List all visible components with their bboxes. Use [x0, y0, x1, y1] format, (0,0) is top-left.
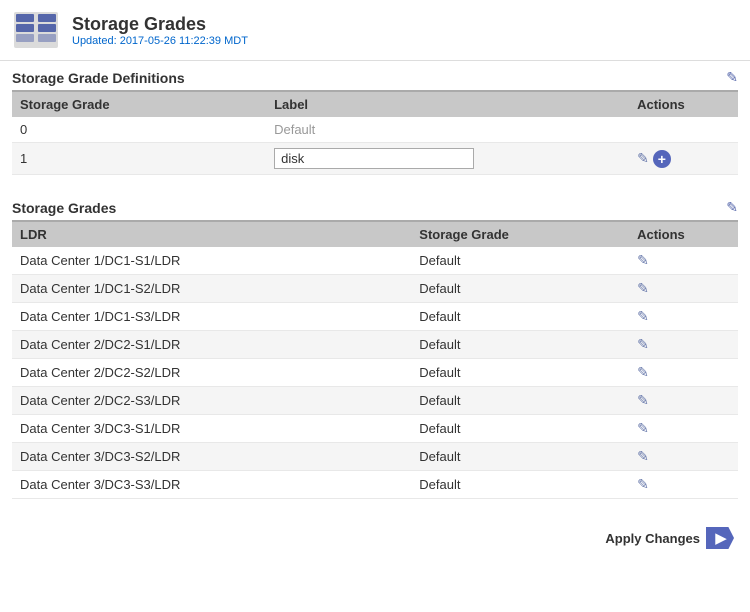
definitions-table: Storage Grade Label Actions 0Default1 ✎+ — [12, 92, 738, 175]
table-row: Data Center 2/DC2-S1/LDRDefault ✎ — [12, 331, 738, 359]
actions-cell: ✎ — [629, 247, 738, 275]
grade-cell: Default — [411, 359, 629, 387]
action-icons-group: ✎+ — [637, 150, 730, 168]
grade-cell: Default — [411, 247, 629, 275]
pencil-icon[interactable]: ✎ — [637, 252, 649, 269]
pencil-icon[interactable]: ✎ — [637, 280, 649, 297]
apply-changes-label[interactable]: Apply Changes — [605, 531, 700, 546]
actions-cell: ✎ — [629, 359, 738, 387]
definitions-table-header-row: Storage Grade Label Actions — [12, 92, 738, 117]
ldr-cell: Data Center 2/DC2-S3/LDR — [12, 387, 411, 415]
col-storage-grade: Storage Grade — [12, 92, 266, 117]
ldr-cell: Data Center 1/DC1-S1/LDR — [12, 247, 411, 275]
table-row: Data Center 1/DC1-S3/LDRDefault ✎ — [12, 303, 738, 331]
ldr-cell: Data Center 1/DC1-S2/LDR — [12, 275, 411, 303]
pencil-icon[interactable]: ✎ — [637, 150, 649, 167]
pencil-icon[interactable]: ✎ — [637, 336, 649, 353]
grades-section-header: Storage Grades ✎ — [12, 191, 738, 222]
pencil-icon[interactable]: ✎ — [637, 476, 649, 493]
col-storage-grade-2: Storage Grade — [411, 222, 629, 247]
col-ldr: LDR — [12, 222, 411, 247]
grades-section: Storage Grades ✎ LDR Storage Grade Actio… — [12, 191, 738, 499]
actions-cell: ✎ — [629, 415, 738, 443]
pencil-icon[interactable]: ✎ — [637, 392, 649, 409]
defs-table-row: 1 ✎+ — [12, 143, 738, 175]
grades-edit-icon[interactable]: ✎ — [726, 199, 738, 216]
ldr-cell: Data Center 2/DC2-S2/LDR — [12, 359, 411, 387]
add-icon[interactable]: + — [653, 150, 671, 168]
col-label: Label — [266, 92, 629, 117]
grade-cell: Default — [411, 275, 629, 303]
footer: Apply Changes ▶ — [0, 515, 750, 561]
apply-changes-button[interactable]: ▶ — [706, 527, 734, 549]
ldr-cell: Data Center 3/DC3-S2/LDR — [12, 443, 411, 471]
table-row: Data Center 2/DC2-S2/LDRDefault ✎ — [12, 359, 738, 387]
table-row: Data Center 1/DC1-S2/LDRDefault ✎ — [12, 275, 738, 303]
def-label-input[interactable] — [274, 148, 474, 169]
table-row: Data Center 1/DC1-S1/LDRDefault ✎ — [12, 247, 738, 275]
header-text-block: Storage Grades Updated: 2017-05-26 11:22… — [72, 14, 248, 47]
definitions-edit-icon[interactable]: ✎ — [726, 69, 738, 86]
table-row: Data Center 2/DC2-S3/LDRDefault ✎ — [12, 387, 738, 415]
defs-table-row: 0Default — [12, 117, 738, 143]
grade-cell: Default — [411, 471, 629, 499]
pencil-icon[interactable]: ✎ — [637, 448, 649, 465]
grade-cell: Default — [411, 303, 629, 331]
table-row: Data Center 3/DC3-S3/LDRDefault ✎ — [12, 471, 738, 499]
pencil-icon[interactable]: ✎ — [637, 308, 649, 325]
page-subtitle: Updated: 2017-05-26 11:22:39 MDT — [72, 35, 248, 47]
actions-cell: ✎ — [629, 471, 738, 499]
grades-table-header-row: LDR Storage Grade Actions — [12, 222, 738, 247]
ldr-cell: Data Center 3/DC3-S1/LDR — [12, 415, 411, 443]
ldr-cell: Data Center 1/DC1-S3/LDR — [12, 303, 411, 331]
actions-cell: ✎ — [629, 303, 738, 331]
ldr-cell: Data Center 3/DC3-S3/LDR — [12, 471, 411, 499]
actions-cell: ✎ — [629, 331, 738, 359]
grades-section-title: Storage Grades — [12, 200, 116, 216]
col-actions-defs: Actions — [629, 92, 738, 117]
def-label-cell — [266, 143, 629, 175]
app-icon — [12, 10, 60, 50]
page-title: Storage Grades — [72, 14, 248, 35]
actions-cell: ✎ — [629, 275, 738, 303]
table-row: Data Center 3/DC3-S2/LDRDefault ✎ — [12, 443, 738, 471]
page-header: Storage Grades Updated: 2017-05-26 11:22… — [0, 0, 750, 61]
definitions-section-header: Storage Grade Definitions ✎ — [12, 61, 738, 92]
grade-cell: Default — [411, 387, 629, 415]
grade-cell: Default — [411, 331, 629, 359]
table-row: Data Center 3/DC3-S1/LDRDefault ✎ — [12, 415, 738, 443]
def-grade-cell: 0 — [12, 117, 266, 143]
pencil-icon[interactable]: ✎ — [637, 420, 649, 437]
ldr-cell: Data Center 2/DC2-S1/LDR — [12, 331, 411, 359]
pencil-icon[interactable]: ✎ — [637, 364, 649, 381]
definitions-section: Storage Grade Definitions ✎ Storage Grad… — [12, 61, 738, 175]
def-grade-cell: 1 — [12, 143, 266, 175]
def-label-cell: Default — [266, 117, 629, 143]
col-actions-grades: Actions — [629, 222, 738, 247]
grades-table: LDR Storage Grade Actions Data Center 1/… — [12, 222, 738, 499]
actions-cell: ✎ — [629, 443, 738, 471]
definitions-section-title: Storage Grade Definitions — [12, 70, 185, 86]
grade-cell: Default — [411, 443, 629, 471]
def-actions-cell — [629, 117, 738, 143]
def-actions-cell: ✎+ — [629, 143, 738, 175]
actions-cell: ✎ — [629, 387, 738, 415]
grade-cell: Default — [411, 415, 629, 443]
